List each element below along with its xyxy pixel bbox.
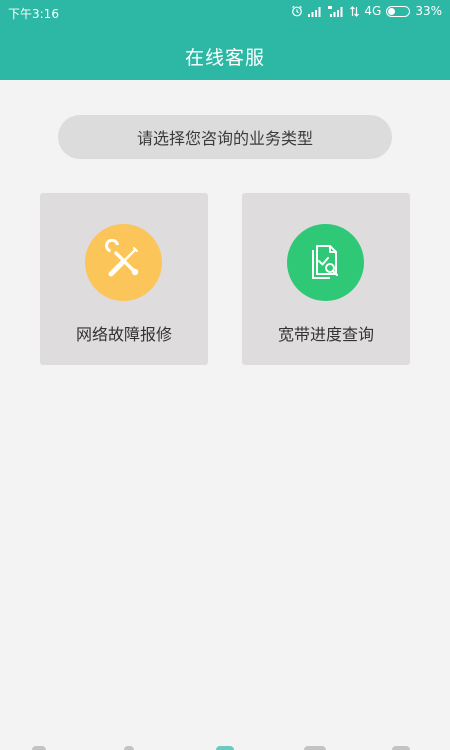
alarm-icon [291,5,303,17]
repair-icon-circle [85,224,162,301]
business-type-prompt: 请选择您咨询的业务类型 [58,115,392,159]
broadband-progress-label: 宽带进度查询 [277,325,374,344]
broadband-progress-card[interactable]: 宽带进度查询 [242,193,410,365]
battery-fill [388,7,396,15]
nav-icon-2 [124,746,134,750]
bottom-nav-edge [0,744,450,750]
signal-hd-icon [328,5,345,17]
nav-icon-active [216,746,234,750]
signal-icon [308,6,323,17]
network-repair-card[interactable]: 网络故障报修 [40,193,208,365]
prompt-text: 请选择您咨询的业务类型 [136,129,313,148]
status-time: 下午3:16 [8,7,59,21]
network-repair-label: 网络故障报修 [75,325,172,344]
document-search-icon [306,241,346,285]
status-icons: 4G 33% [291,4,442,18]
nav-icon-1 [32,746,46,750]
progress-icon-circle [287,224,364,301]
network-type: 4G [364,4,382,18]
repair-tools-icon [102,238,146,287]
nav-icon-4 [304,746,326,750]
app-header: 下午3:16 4G 33% 在线客服 [0,0,450,80]
battery-percent: 33% [415,4,442,18]
data-transfer-icon [350,5,360,17]
nav-icon-5 [392,746,410,750]
status-bar: 下午3:16 4G 33% [0,0,450,24]
battery-icon [386,5,411,17]
page-title: 在线客服 [184,47,265,69]
